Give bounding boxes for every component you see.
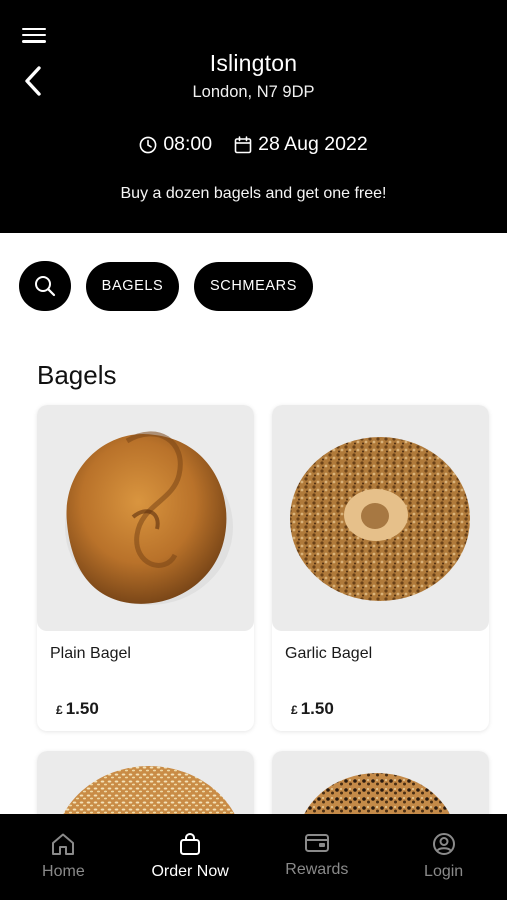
- menu-button[interactable]: [22, 24, 48, 48]
- product-image: [272, 405, 489, 631]
- chip-schmears[interactable]: SCHMEARS: [194, 261, 313, 311]
- hamburger-icon: [22, 27, 46, 31]
- search-icon: [35, 276, 56, 297]
- store-header: Islington London, N7 9DP 08:00 28 Aug 20…: [0, 0, 507, 233]
- product-price: £1.50: [56, 699, 99, 719]
- store-address: London, N7 9DP: [192, 83, 315, 101]
- search-button[interactable]: [19, 261, 71, 311]
- currency-symbol: £: [291, 703, 298, 717]
- store-name: Islington: [209, 50, 298, 76]
- bottom-navigation: Home Order Now Rewards Login: [0, 814, 507, 900]
- pickup-time-value: 08:00: [163, 133, 213, 155]
- price-value: 1.50: [300, 699, 334, 718]
- promo-banner: Buy a dozen bagels and get one free!: [120, 185, 387, 202]
- nav-order-now[interactable]: Order Now: [127, 814, 254, 900]
- calendar-icon: [234, 135, 252, 153]
- product-name: Garlic Bagel: [285, 645, 373, 662]
- clock-icon: [139, 136, 157, 153]
- pickup-date-value: 28 Aug 2022: [258, 133, 368, 155]
- currency-symbol: £: [56, 703, 63, 717]
- nav-order-now-label: Order Now: [151, 863, 229, 880]
- wallet-icon: [304, 834, 329, 852]
- product-image: [37, 405, 254, 631]
- hamburger-icon-line: [22, 39, 46, 43]
- category-filter-bar: BAGELS SCHMEARS: [19, 261, 313, 311]
- product-name: Plain Bagel: [50, 645, 131, 662]
- user-icon: [432, 833, 455, 855]
- chip-bagels[interactable]: BAGELS: [86, 261, 179, 311]
- price-value: 1.50: [65, 699, 99, 718]
- garlic-bagel-image: [290, 437, 470, 601]
- product-price: £1.50: [291, 699, 334, 719]
- nav-rewards[interactable]: Rewards: [254, 814, 381, 900]
- pickup-date[interactable]: 28 Aug 2022: [234, 133, 368, 156]
- nav-login-label: Login: [424, 863, 464, 880]
- product-card-garlic-bagel[interactable]: Garlic Bagel £1.50: [272, 405, 489, 731]
- hamburger-icon-line: [22, 33, 46, 37]
- pickup-time-row: 08:00 28 Aug 2022: [0, 133, 507, 156]
- pickup-time[interactable]: 08:00: [139, 133, 212, 156]
- nav-rewards-label: Rewards: [285, 861, 349, 878]
- home-icon: [52, 833, 75, 855]
- section-title: Bagels: [37, 360, 117, 390]
- nav-home-label: Home: [42, 863, 85, 880]
- plain-bagel-image: [65, 431, 233, 605]
- nav-login[interactable]: Login: [380, 814, 507, 900]
- nav-home[interactable]: Home: [0, 814, 127, 900]
- shopping-bag-icon: [180, 832, 201, 855]
- product-card-plain-bagel[interactable]: Plain Bagel £1.50: [37, 405, 254, 731]
